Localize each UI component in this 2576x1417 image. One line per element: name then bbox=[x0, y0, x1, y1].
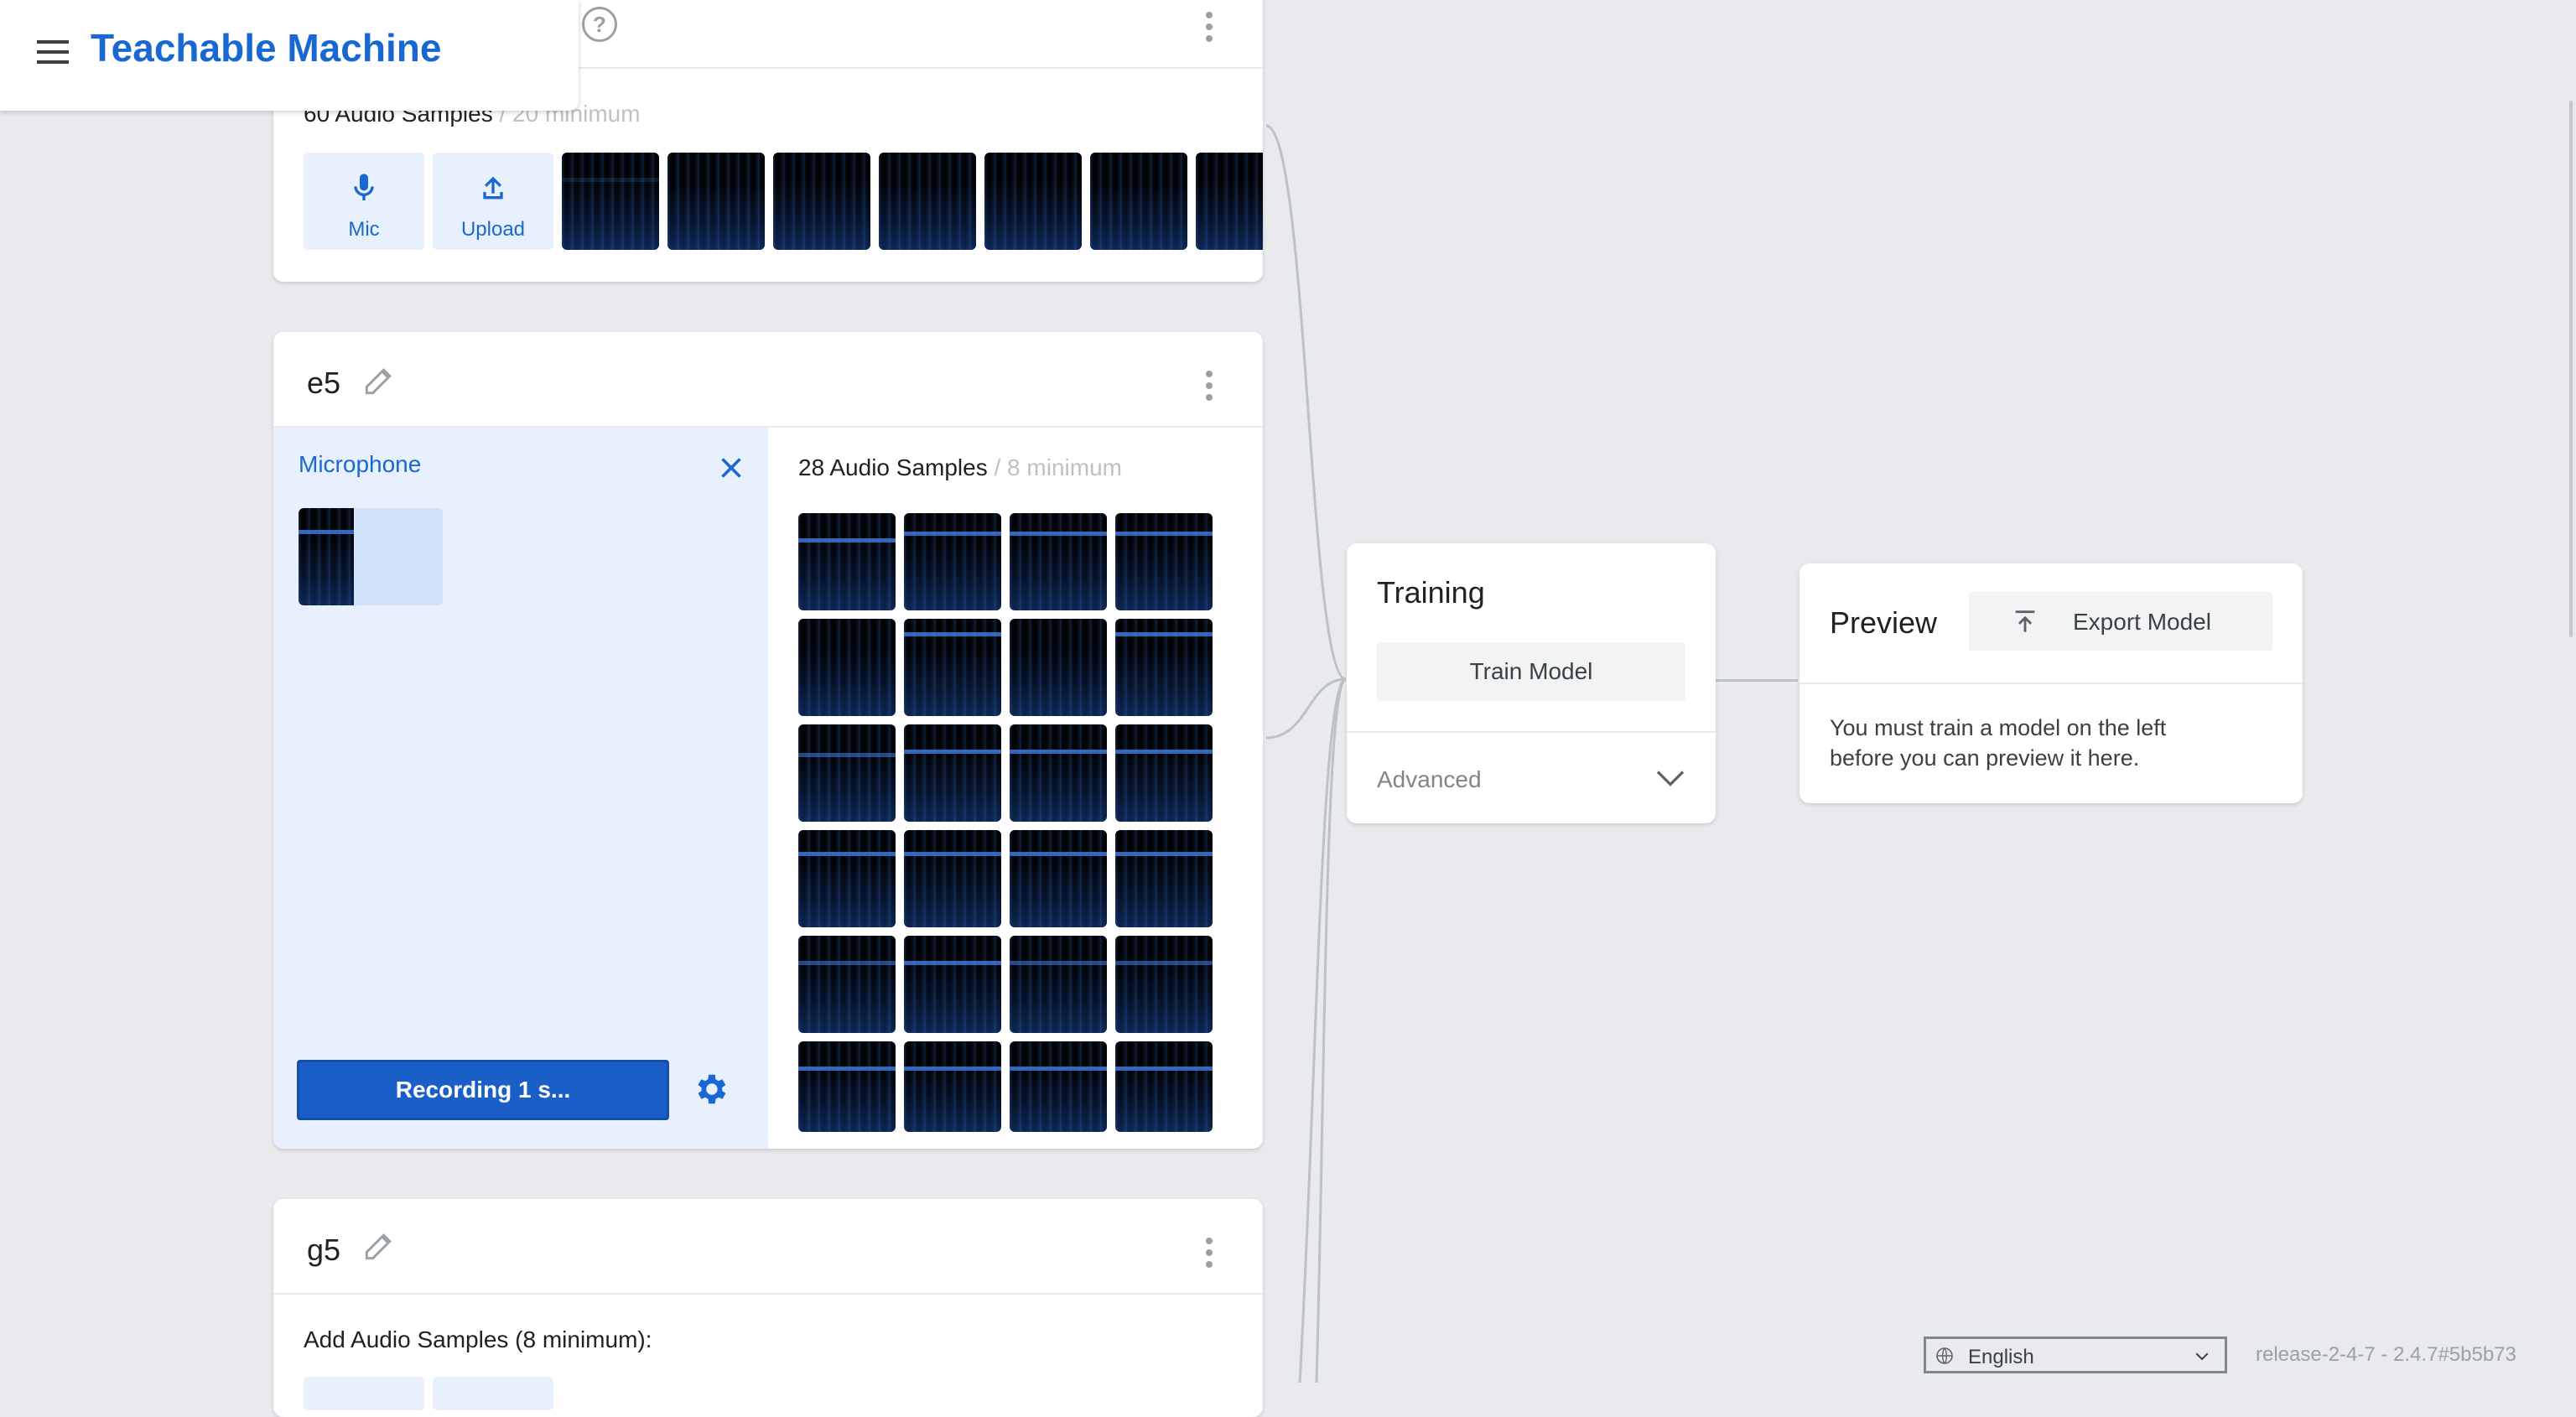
globe-icon bbox=[1936, 1347, 1953, 1364]
card-divider bbox=[273, 1293, 1263, 1295]
audio-sample-thumbnail[interactable] bbox=[1010, 619, 1107, 716]
audio-sample-thumbnail[interactable] bbox=[667, 153, 765, 250]
add-samples-label: Add Audio Samples (8 minimum): bbox=[304, 1326, 652, 1352]
audio-sample-thumbnail[interactable] bbox=[1010, 830, 1107, 927]
audio-sample-thumbnail[interactable] bbox=[798, 936, 896, 1033]
class-name[interactable]: g5 bbox=[307, 1233, 340, 1268]
audio-sample-thumbnail[interactable] bbox=[1115, 619, 1213, 716]
preview-message-line: before you can preview it here. bbox=[1830, 745, 2140, 771]
audio-sample-thumbnail[interactable] bbox=[1115, 936, 1213, 1033]
chevron-down-icon bbox=[2195, 1352, 2209, 1361]
audio-sample-thumbnail[interactable] bbox=[798, 619, 896, 716]
audio-sample-thumbnail[interactable] bbox=[904, 1041, 1001, 1132]
chevron-down-icon bbox=[1656, 771, 1685, 786]
audio-sample-thumbnail[interactable] bbox=[1115, 724, 1213, 822]
mic-button[interactable] bbox=[304, 1377, 424, 1410]
audio-sample-thumbnail[interactable] bbox=[798, 830, 896, 927]
class-card-e5: e5 Microphone Recording 1 s... 28 Audio … bbox=[273, 332, 1263, 1149]
upload-button[interactable] bbox=[433, 1377, 553, 1410]
menu-icon[interactable] bbox=[37, 40, 69, 64]
audio-sample-thumbnail[interactable] bbox=[879, 153, 976, 250]
preview-title: Preview bbox=[1830, 605, 1938, 640]
training-card: Training Train Model Advanced bbox=[1347, 543, 1716, 823]
export-icon bbox=[2015, 610, 2035, 632]
edit-pencil-icon[interactable] bbox=[361, 362, 397, 399]
mic-button-label: Mic bbox=[348, 218, 380, 241]
app-title[interactable]: Teachable Machine bbox=[91, 25, 441, 70]
audio-sample-thumbnail[interactable] bbox=[1115, 830, 1213, 927]
class-name[interactable]: e5 bbox=[307, 366, 340, 401]
audio-sample-thumbnail[interactable] bbox=[798, 513, 896, 610]
preview-card: Preview Export Model You must train a mo… bbox=[1800, 563, 2303, 803]
upload-icon bbox=[483, 176, 503, 200]
audio-sample-thumbnail[interactable] bbox=[562, 153, 659, 250]
audio-sample-thumbnail[interactable] bbox=[1010, 936, 1107, 1033]
audio-sample-thumbnail[interactable] bbox=[984, 153, 1082, 250]
preview-message: You must train a model on the left befor… bbox=[1830, 713, 2166, 773]
audio-sample-thumbnail[interactable] bbox=[904, 936, 1001, 1033]
scrollbar[interactable] bbox=[2569, 101, 2573, 637]
audio-sample-thumbnail[interactable] bbox=[904, 724, 1001, 822]
audio-sample-thumbnail[interactable] bbox=[1115, 513, 1213, 610]
upload-button-label: Upload bbox=[460, 218, 526, 241]
audio-sample-thumbnail[interactable] bbox=[1115, 1041, 1213, 1132]
app-header: Teachable Machine bbox=[0, 0, 579, 111]
more-options-icon[interactable] bbox=[1206, 12, 1213, 47]
card-divider bbox=[1800, 683, 2303, 684]
more-options-icon[interactable] bbox=[1206, 1238, 1213, 1273]
export-model-label: Export Model bbox=[2073, 609, 2211, 635]
language-select[interactable]: English bbox=[1924, 1337, 2227, 1373]
preview-message-line: You must train a model on the left bbox=[1830, 715, 2167, 740]
mic-button[interactable]: Mic bbox=[304, 153, 424, 250]
record-button[interactable]: Recording 1 s... bbox=[297, 1060, 669, 1120]
audio-sample-thumbnail[interactable] bbox=[798, 724, 896, 822]
language-value: English bbox=[1968, 1346, 2034, 1368]
version-label: release-2-4-7 - 2.4.7#5b5b73 bbox=[2256, 1343, 2516, 1366]
audio-sample-thumbnail[interactable] bbox=[773, 153, 870, 250]
microphone-label: Microphone bbox=[299, 451, 422, 477]
live-spectrogram bbox=[299, 508, 443, 605]
audio-sample-thumbnail[interactable] bbox=[1010, 513, 1107, 610]
training-title: Training bbox=[1377, 575, 1485, 610]
train-model-button[interactable]: Train Model bbox=[1377, 642, 1685, 701]
edit-pencil-icon[interactable] bbox=[361, 1228, 397, 1264]
training-preview-connector bbox=[1716, 679, 1798, 682]
audio-sample-thumbnail[interactable] bbox=[1010, 724, 1107, 822]
samples-count-label: 28 Audio Samples / 8 minimum bbox=[798, 454, 1122, 480]
audio-sample-thumbnail[interactable] bbox=[1010, 1041, 1107, 1132]
advanced-label: Advanced bbox=[1377, 766, 1482, 792]
export-model-button[interactable]: Export Model bbox=[1969, 592, 2272, 651]
upload-button[interactable]: Upload bbox=[433, 153, 553, 250]
audio-sample-thumbnail[interactable] bbox=[1196, 153, 1263, 250]
settings-gear-icon[interactable] bbox=[691, 1070, 730, 1108]
audio-sample-thumbnail[interactable] bbox=[904, 513, 1001, 610]
class-card-g5: g5 Add Audio Samples (8 minimum): bbox=[273, 1199, 1263, 1417]
audio-sample-thumbnail[interactable] bbox=[904, 830, 1001, 927]
microphone-panel: Microphone Recording 1 s... bbox=[273, 428, 768, 1149]
close-icon[interactable] bbox=[716, 453, 746, 483]
samples-grid bbox=[798, 513, 1234, 1149]
help-icon[interactable]: ? bbox=[582, 7, 617, 42]
more-options-icon[interactable] bbox=[1206, 371, 1213, 406]
advanced-toggle[interactable]: Advanced bbox=[1347, 733, 1716, 823]
audio-sample-thumbnail[interactable] bbox=[1090, 153, 1187, 250]
audio-sample-thumbnail[interactable] bbox=[904, 619, 1001, 716]
audio-sample-thumbnail[interactable] bbox=[798, 1041, 896, 1132]
mic-icon bbox=[354, 174, 374, 200]
